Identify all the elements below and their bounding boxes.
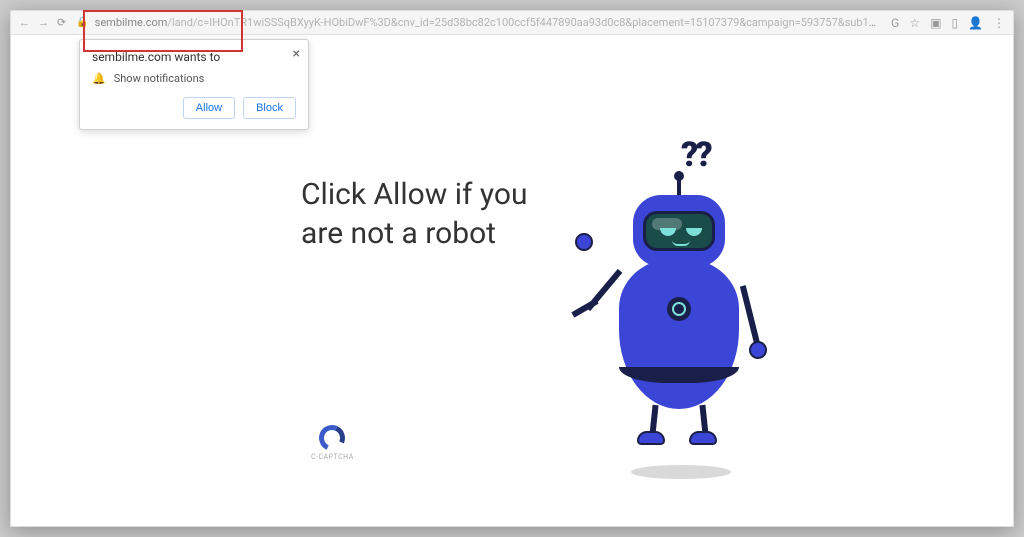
reload-button[interactable]: ⟳ bbox=[57, 16, 66, 29]
close-icon[interactable]: × bbox=[293, 46, 300, 62]
robot-arm-right bbox=[740, 285, 760, 345]
robot-visor bbox=[643, 211, 715, 251]
back-button[interactable]: ← bbox=[19, 16, 30, 29]
robot-eye-left bbox=[660, 228, 676, 236]
block-button[interactable]: Block bbox=[243, 97, 296, 119]
captcha-label: C-CAPTCHA bbox=[311, 453, 354, 461]
robot-illustration: ?? bbox=[571, 135, 791, 495]
robot-belt bbox=[619, 367, 739, 383]
star-icon[interactable]: ☆ bbox=[909, 16, 920, 30]
bookmark-icon[interactable]: ▯ bbox=[951, 16, 958, 30]
toolbar-right: G ☆ ▣ ▯ 👤 ⋮ bbox=[891, 16, 1005, 30]
question-marks-icon: ?? bbox=[681, 135, 710, 175]
robot-foot-right bbox=[689, 431, 717, 445]
robot-eye-right bbox=[686, 228, 702, 236]
robot-mouth bbox=[672, 240, 690, 246]
robot-foot-left bbox=[637, 431, 665, 445]
permission-buttons: Allow Block bbox=[92, 97, 296, 119]
captcha-badge: C-CAPTCHA bbox=[311, 425, 354, 461]
main-message: Click Allow if you are not a robot bbox=[301, 175, 561, 253]
robot-shadow bbox=[631, 465, 731, 479]
permission-item-label: Show notifications bbox=[114, 72, 205, 85]
lock-icon: 🔒 bbox=[76, 17, 88, 28]
menu-icon[interactable]: ⋮ bbox=[993, 16, 1005, 30]
permission-item: 🔔 Show notifications bbox=[92, 72, 296, 85]
robot-chest-light bbox=[667, 297, 691, 321]
cast-icon[interactable]: ▣ bbox=[930, 16, 941, 30]
google-icon[interactable]: G bbox=[891, 16, 899, 30]
robot-head bbox=[633, 195, 725, 267]
page-content: × sembilme.com wants to 🔔 Show notificat… bbox=[11, 35, 1013, 526]
heading-text: Click Allow if you are not a robot bbox=[301, 175, 561, 253]
notification-permission-popup: × sembilme.com wants to 🔔 Show notificat… bbox=[79, 39, 309, 130]
nav-controls: ← → ⟳ bbox=[19, 16, 66, 29]
captcha-logo-icon bbox=[316, 421, 349, 454]
bell-icon: 🔔 bbox=[92, 72, 106, 85]
allow-button[interactable]: Allow bbox=[183, 97, 235, 119]
profile-icon[interactable]: 👤 bbox=[968, 16, 983, 30]
url-text: sembilme.com/land/c=IHOnTR1wiSSSqBXyyK-H… bbox=[95, 16, 881, 29]
browser-window: ← → ⟳ 🔒 sembilme.com/land/c=IHOnTR1wiSSS… bbox=[10, 10, 1014, 527]
robot-hand-right bbox=[749, 341, 767, 359]
permission-origin-text: sembilme.com wants to bbox=[92, 50, 296, 64]
robot-hand-left bbox=[575, 233, 593, 251]
address-bar[interactable]: 🔒 sembilme.com/land/c=IHOnTR1wiSSSqBXyyK… bbox=[76, 16, 881, 29]
robot-body bbox=[619, 259, 739, 409]
browser-toolbar: ← → ⟳ 🔒 sembilme.com/land/c=IHOnTR1wiSSS… bbox=[11, 11, 1013, 35]
forward-button[interactable]: → bbox=[38, 16, 49, 29]
robot-arm-left bbox=[586, 269, 623, 311]
